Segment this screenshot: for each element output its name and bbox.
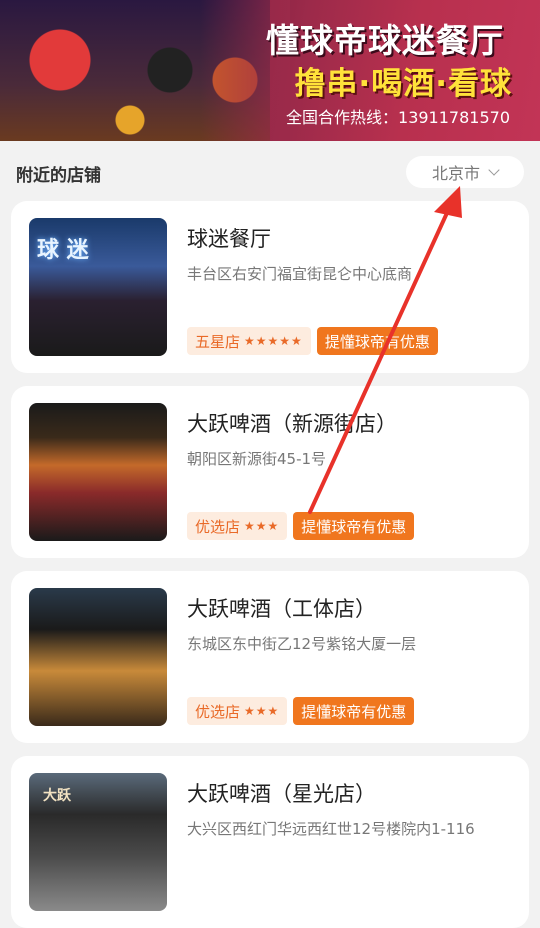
star-rating-icon: ★★★ bbox=[244, 519, 280, 533]
shop-name: 大跃啤酒（工体店） bbox=[187, 597, 376, 621]
shop-card[interactable]: 球 迷 球迷餐厅 丰台区右安门福宜街昆仑中心底商 五星店 ★★★★★ 提懂球帝有… bbox=[11, 201, 529, 373]
tier-label: 优选店 bbox=[195, 517, 241, 536]
tier-badge: 优选店 ★★★ bbox=[187, 512, 288, 540]
tier-badge: 优选店 ★★★ bbox=[187, 697, 288, 725]
banner-slogan: 撸串·喝酒·看球 bbox=[294, 66, 512, 102]
star-rating-icon: ★★★★★ bbox=[244, 334, 303, 348]
shop-name: 大跃啤酒（星光店） bbox=[187, 782, 376, 806]
promo-badge: 提懂球帝有优惠 bbox=[293, 697, 415, 725]
shop-name: 大跃啤酒（新源街店） bbox=[187, 412, 397, 436]
shop-address: 朝阳区新源街45-1号 bbox=[187, 450, 327, 468]
tier-badge: 五星店 ★★★★★ bbox=[187, 327, 311, 355]
shop-photo-sign: 大跃 bbox=[43, 788, 71, 804]
shop-address: 丰台区右安门福宜街昆仑中心底商 bbox=[187, 265, 413, 283]
shop-card[interactable]: 大跃啤酒（工体店） 东城区东中街乙12号紫铭大厦一层 优选店 ★★★ 提懂球帝有… bbox=[11, 571, 529, 743]
chevron-down-icon bbox=[488, 163, 500, 176]
city-selector[interactable]: 北京市 bbox=[406, 156, 524, 188]
shop-tags: 优选店 ★★★ 提懂球帝有优惠 bbox=[187, 512, 415, 540]
shop-photo: 球 迷 bbox=[29, 218, 167, 356]
promo-badge: 提懂球帝有优惠 bbox=[293, 512, 415, 540]
tier-label: 优选店 bbox=[195, 702, 241, 721]
tier-label: 五星店 bbox=[195, 332, 241, 351]
shop-address: 大兴区西红门华远西红世12号楼院内1-116 bbox=[187, 820, 475, 838]
star-rating-icon: ★★★ bbox=[244, 704, 280, 718]
shop-address: 东城区东中街乙12号紫铭大厦一层 bbox=[187, 635, 417, 653]
city-label: 北京市 bbox=[431, 164, 480, 183]
shop-card[interactable]: 大跃啤酒（新源街店） 朝阳区新源街45-1号 优选店 ★★★ 提懂球帝有优惠 bbox=[11, 386, 529, 558]
promo-badge: 提懂球帝有优惠 bbox=[316, 327, 438, 355]
shop-photo: 大跃 bbox=[29, 773, 167, 911]
shop-photo bbox=[29, 403, 167, 541]
shop-photo bbox=[29, 588, 167, 726]
shop-photo-sign: 球 迷 bbox=[37, 238, 89, 263]
section-title: 附近的店铺 bbox=[16, 166, 101, 186]
shop-name: 球迷餐厅 bbox=[187, 227, 271, 251]
shop-card[interactable]: 大跃 大跃啤酒（星光店） 大兴区西红门华远西红世12号楼院内1-116 bbox=[11, 756, 529, 928]
banner-hotline: 全国合作热线：13911781570 bbox=[286, 108, 510, 127]
shop-tags: 优选店 ★★★ 提懂球帝有优惠 bbox=[187, 697, 415, 725]
banner-title: 懂球帝球迷餐厅 bbox=[266, 21, 504, 60]
shop-tags: 五星店 ★★★★★ 提懂球帝有优惠 bbox=[187, 327, 438, 355]
promo-banner[interactable]: 懂球帝球迷餐厅 撸串·喝酒·看球 全国合作热线：13911781570 bbox=[0, 0, 540, 141]
